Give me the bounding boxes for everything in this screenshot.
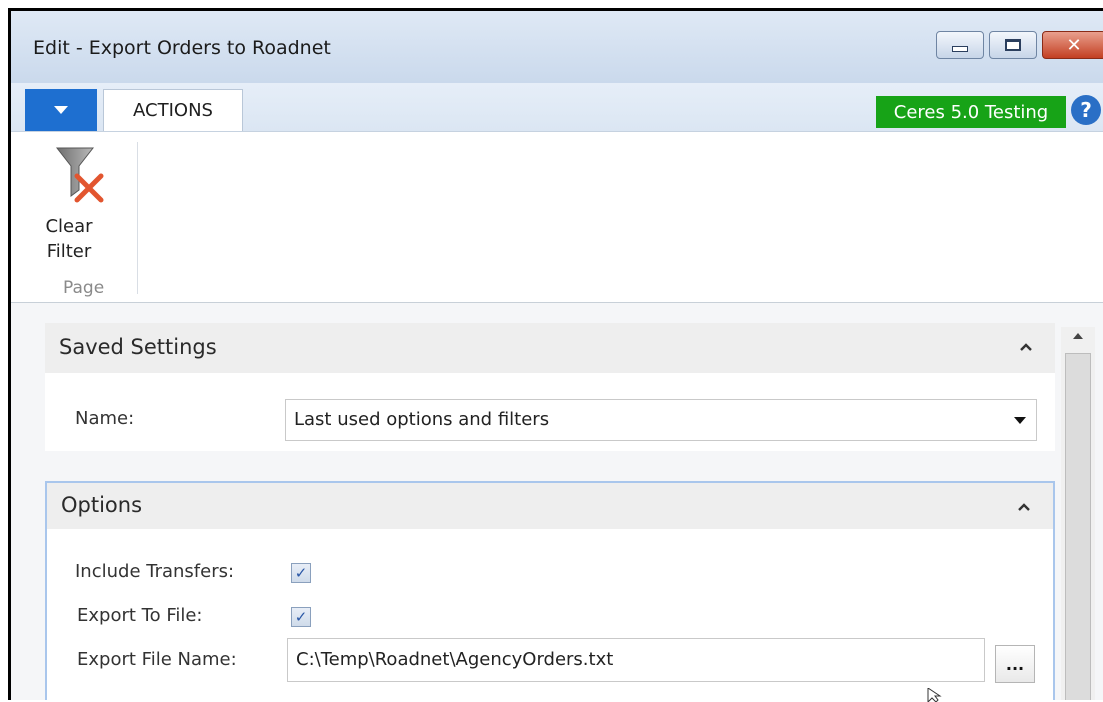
export-file-name-value: C:\Temp\Roadnet\AgencyOrders.txt xyxy=(296,649,614,670)
app-menu-button[interactable] xyxy=(25,89,97,131)
maximize-icon xyxy=(1005,39,1021,51)
window-title: Edit - Export Orders to Roadnet xyxy=(33,37,331,59)
name-dropdown[interactable]: Last used options and filters xyxy=(285,399,1037,441)
close-button[interactable]: ✕ xyxy=(1042,31,1103,59)
export-file-name-label: Export File Name: xyxy=(77,649,237,670)
close-icon: ✕ xyxy=(1066,34,1082,56)
options-title: Options xyxy=(61,493,143,517)
saved-settings-header[interactable]: Saved Settings xyxy=(45,323,1055,373)
clear-filter-icon xyxy=(55,147,104,203)
minimize-icon xyxy=(952,46,968,52)
export-to-file-checkbox[interactable]: ✓ xyxy=(291,607,311,627)
clear-filter-label: Clear Filter xyxy=(39,214,99,264)
chevron-up-icon[interactable] xyxy=(1017,500,1031,514)
options-fasttab: Options Include Transfers: ✓ Export To F… xyxy=(45,481,1055,700)
include-transfers-label: Include Transfers: xyxy=(75,561,235,582)
ribbon-group-label: Page xyxy=(63,278,105,298)
checkmark-icon: ✓ xyxy=(294,564,308,582)
scroll-thumb[interactable] xyxy=(1065,353,1091,700)
ribbon-tabs: ACTIONS Ceres 5.0 Testing ? xyxy=(11,83,1103,131)
saved-settings-fasttab: Saved Settings Name: Last used options a… xyxy=(45,323,1055,451)
name-label: Name: xyxy=(75,408,135,429)
ribbon-body: Clear Filter Page xyxy=(11,131,1103,303)
tab-actions[interactable]: ACTIONS xyxy=(103,89,243,131)
clear-filter-button[interactable]: Clear Filter xyxy=(39,142,117,268)
vertical-scrollbar[interactable] xyxy=(1061,327,1095,700)
maximize-button[interactable] xyxy=(989,31,1037,59)
clear-filter-label-line2: Filter xyxy=(46,241,92,262)
title-bar: Edit - Export Orders to Roadnet ✕ xyxy=(11,11,1103,83)
help-icon: ? xyxy=(1080,98,1092,122)
browse-file-button[interactable]: ... xyxy=(995,645,1035,683)
options-header[interactable]: Options xyxy=(47,483,1053,529)
dropdown-arrow-icon xyxy=(1014,417,1026,424)
name-dropdown-value: Last used options and filters xyxy=(294,409,550,430)
export-to-file-label: Export To File: xyxy=(77,605,203,626)
include-transfers-checkbox[interactable]: ✓ xyxy=(291,563,311,583)
ribbon-group-page: Clear Filter Page xyxy=(25,142,139,302)
chevron-up-icon[interactable] xyxy=(1019,340,1033,354)
ribbon-group-divider xyxy=(137,142,138,294)
chevron-down-icon xyxy=(54,106,68,114)
environment-badge: Ceres 5.0 Testing xyxy=(876,96,1066,128)
clear-filter-label-line1: Clear xyxy=(45,216,93,237)
request-page-content: Saved Settings Name: Last used options a… xyxy=(11,303,1103,700)
export-orders-window: Edit - Export Orders to Roadnet ✕ ACTION… xyxy=(8,8,1103,700)
checkmark-icon: ✓ xyxy=(294,608,308,626)
export-file-name-input[interactable]: C:\Temp\Roadnet\AgencyOrders.txt xyxy=(287,638,985,682)
help-button[interactable]: ? xyxy=(1071,95,1101,125)
scroll-up-icon[interactable] xyxy=(1073,333,1083,339)
saved-settings-title: Saved Settings xyxy=(59,335,217,359)
minimize-button[interactable] xyxy=(936,31,984,59)
